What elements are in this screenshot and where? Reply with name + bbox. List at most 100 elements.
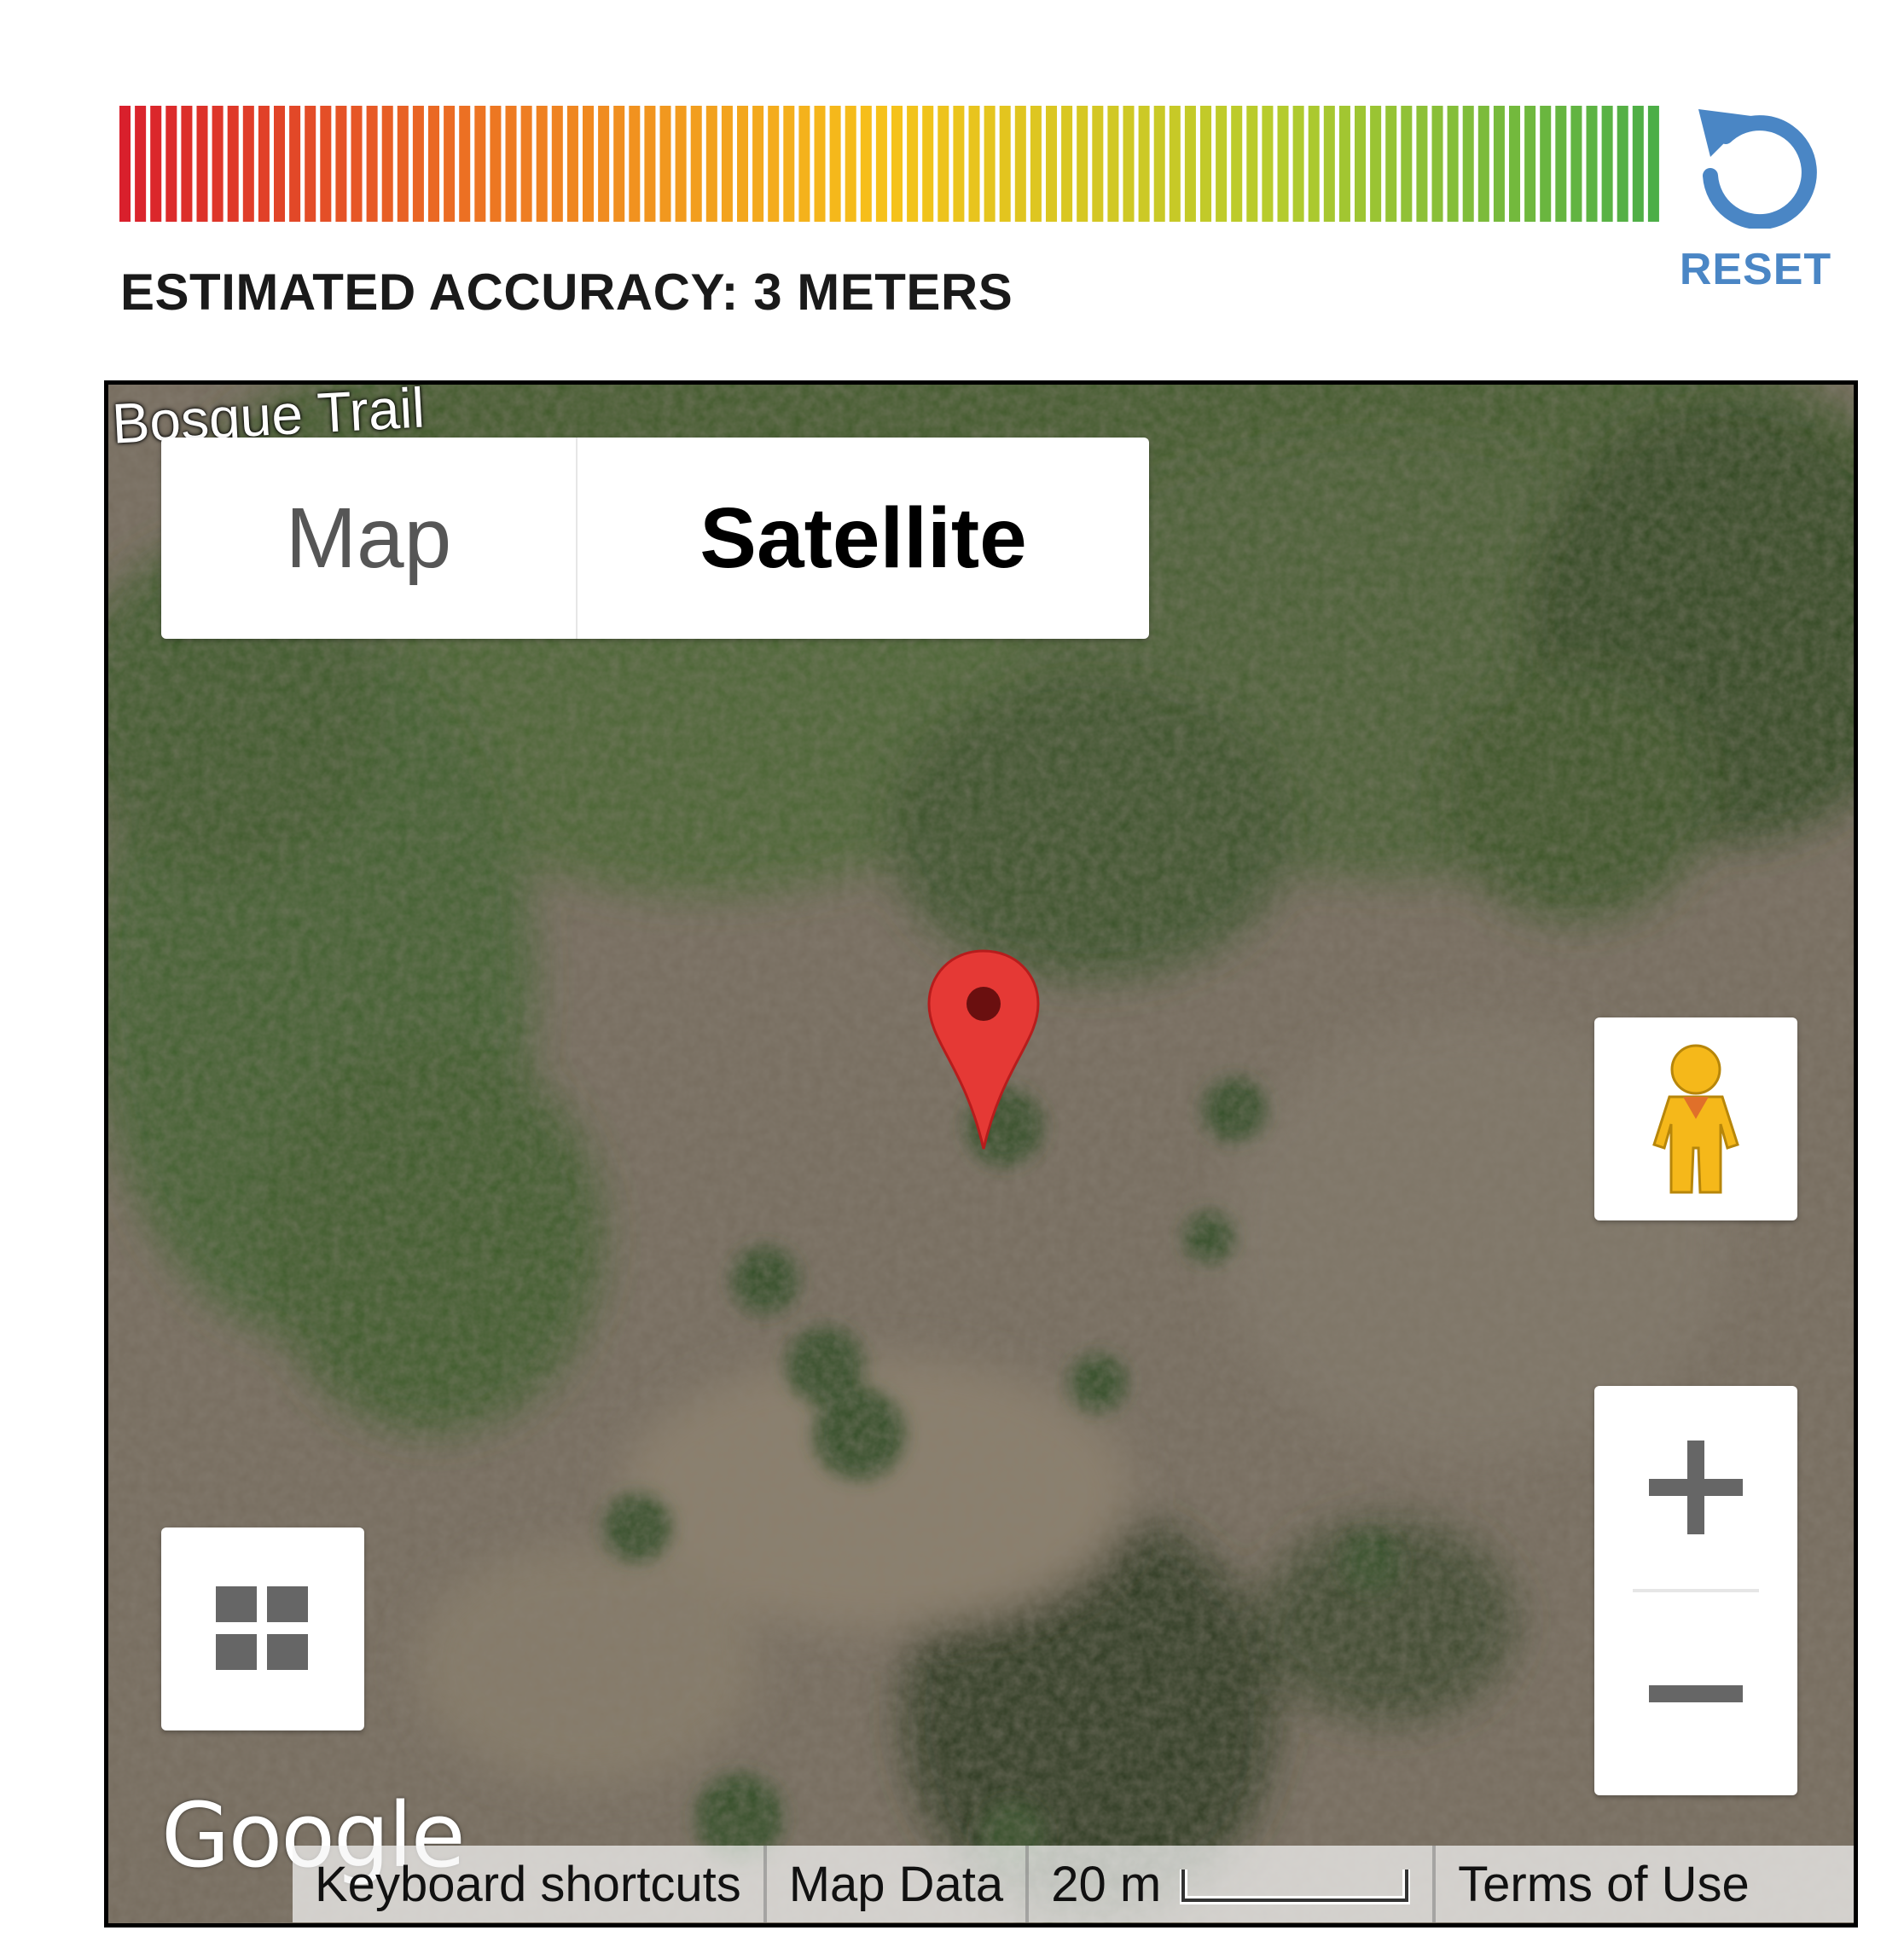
plus-icon: [1649, 1441, 1743, 1534]
meter-segment: [397, 106, 409, 222]
meter-segment: [937, 106, 949, 222]
location-marker-icon[interactable]: [926, 948, 1042, 1152]
scale-label: 20 m: [1051, 1856, 1162, 1912]
map-type-map-button[interactable]: Map: [161, 438, 578, 639]
zoom-out-button[interactable]: [1594, 1592, 1797, 1795]
meter-segment: [1370, 106, 1382, 222]
meter-segment: [1477, 106, 1489, 222]
meter-segment: [1153, 106, 1165, 222]
meter-segment: [953, 106, 965, 222]
meter-segment: [629, 106, 641, 222]
meter-segment: [212, 106, 223, 222]
meter-segment: [644, 106, 656, 222]
meter-segment: [1092, 106, 1104, 222]
meter-segment: [798, 106, 810, 222]
grid-icon: [216, 1586, 308, 1670]
meter-segment: [181, 106, 193, 222]
meter-segment: [459, 106, 471, 222]
meter-segment: [845, 106, 856, 222]
meter-segment: [165, 106, 177, 222]
keyboard-shortcuts-link[interactable]: Keyboard shortcuts: [293, 1846, 767, 1922]
meter-segment: [1647, 106, 1659, 222]
reset-arrow-icon: [1698, 109, 1817, 229]
map-tiles-button[interactable]: [161, 1528, 364, 1730]
meter-segment: [1401, 106, 1413, 222]
meter-segment: [1046, 106, 1058, 222]
map-view[interactable]: Bosque Trail Map Satellite Google Keyboa…: [104, 380, 1858, 1928]
meter-segment: [690, 106, 702, 222]
meter-segment: [1385, 106, 1397, 222]
meter-segment: [227, 106, 239, 222]
meter-segment: [1493, 106, 1505, 222]
meter-segment: [1262, 106, 1274, 222]
meter-segment: [1107, 106, 1119, 222]
meter-segment: [551, 106, 563, 222]
scale-bar-icon: [1180, 1870, 1411, 1904]
meter-segment: [305, 106, 316, 222]
meter-segment: [1555, 106, 1567, 222]
meter-segment: [505, 106, 517, 222]
meter-segment: [135, 106, 147, 222]
meter-segment: [474, 106, 486, 222]
meter-segment: [335, 106, 347, 222]
terms-of-use-link[interactable]: Terms of Use: [1436, 1846, 1772, 1922]
meter-segment: [242, 106, 254, 222]
meter-segment: [598, 106, 610, 222]
meter-segment: [705, 106, 717, 222]
pegman-icon: [1652, 1044, 1739, 1194]
meter-segment: [490, 106, 502, 222]
meter-segment: [1246, 106, 1258, 222]
meter-segment: [1184, 106, 1196, 222]
meter-segment: [675, 106, 687, 222]
meter-segment: [659, 106, 671, 222]
accuracy-meter: [119, 106, 1659, 222]
scale-control[interactable]: 20 m: [1029, 1846, 1437, 1922]
meter-segment: [1617, 106, 1628, 222]
meter-segment: [1200, 106, 1212, 222]
accuracy-label: ESTIMATED ACCURACY: 3 METERS: [120, 264, 1013, 321]
meter-segment: [891, 106, 903, 222]
meter-segment: [1509, 106, 1521, 222]
meter-segment: [1323, 106, 1335, 222]
meter-segment: [1447, 106, 1459, 222]
meter-segment: [1014, 106, 1026, 222]
meter-segment: [1632, 106, 1644, 222]
map-type-satellite-button[interactable]: Satellite: [578, 438, 1149, 639]
meter-segment: [875, 106, 887, 222]
meter-segment: [428, 106, 440, 222]
street-view-pegman-button[interactable]: [1594, 1017, 1797, 1220]
meter-segment: [1292, 106, 1304, 222]
meter-segment: [366, 106, 378, 222]
meter-segment: [860, 106, 872, 222]
meter-segment: [1601, 106, 1613, 222]
reset-button[interactable]: RESET: [1679, 101, 1832, 322]
meter-segment: [583, 106, 595, 222]
meter-segment: [752, 106, 764, 222]
zoom-in-button[interactable]: [1594, 1386, 1797, 1589]
meter-segment: [1277, 106, 1289, 222]
meter-segment: [721, 106, 733, 222]
meter-segment: [613, 106, 625, 222]
meter-segment: [922, 106, 934, 222]
meter-segment: [814, 106, 826, 222]
meter-segment: [444, 106, 456, 222]
meter-segment: [320, 106, 332, 222]
meter-segment: [1431, 106, 1443, 222]
meter-segment: [1308, 106, 1320, 222]
meter-segment: [1123, 106, 1135, 222]
meter-segment: [1231, 106, 1243, 222]
meter-segment: [1540, 106, 1552, 222]
meter-segment: [1338, 106, 1350, 222]
meter-segment: [768, 106, 780, 222]
meter-segment: [381, 106, 393, 222]
meter-segment: [1416, 106, 1428, 222]
meter-segment: [274, 106, 286, 222]
meter-segment: [1570, 106, 1582, 222]
meter-segment: [829, 106, 841, 222]
minus-icon: [1649, 1684, 1743, 1702]
meter-segment: [1169, 106, 1181, 222]
meter-segment: [968, 106, 980, 222]
map-data-link[interactable]: Map Data: [767, 1846, 1030, 1922]
meter-segment: [1061, 106, 1073, 222]
meter-segment: [984, 106, 996, 222]
